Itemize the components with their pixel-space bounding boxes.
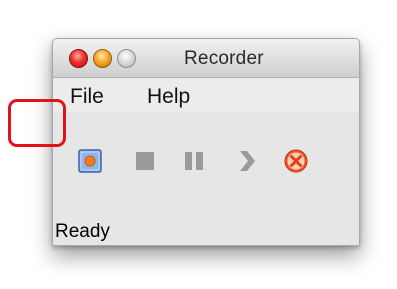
record-button[interactable]: [77, 148, 103, 174]
play-icon: [240, 151, 255, 171]
pause-button[interactable]: [181, 148, 207, 174]
record-icon: [78, 149, 102, 173]
cancel-button[interactable]: [283, 148, 309, 174]
zoom-window-button[interactable]: [117, 49, 136, 68]
status-text: Ready: [55, 221, 110, 242]
menu-file[interactable]: File: [70, 85, 104, 109]
pause-icon: [185, 152, 203, 170]
record-button-highlight: [8, 99, 66, 147]
stop-button[interactable]: [132, 148, 158, 174]
recorder-window: Recorder File Help Ready: [52, 38, 360, 246]
window-title: Recorder: [184, 48, 264, 69]
menu-help[interactable]: Help: [147, 85, 190, 109]
stop-icon: [136, 152, 154, 170]
menu-bar: File Help: [53, 78, 359, 112]
minimize-window-button[interactable]: [93, 49, 112, 68]
play-button[interactable]: [233, 148, 259, 174]
cancel-icon: [284, 149, 308, 173]
close-window-button[interactable]: [69, 49, 88, 68]
title-bar[interactable]: Recorder: [53, 39, 359, 78]
toolbar: [53, 112, 359, 182]
